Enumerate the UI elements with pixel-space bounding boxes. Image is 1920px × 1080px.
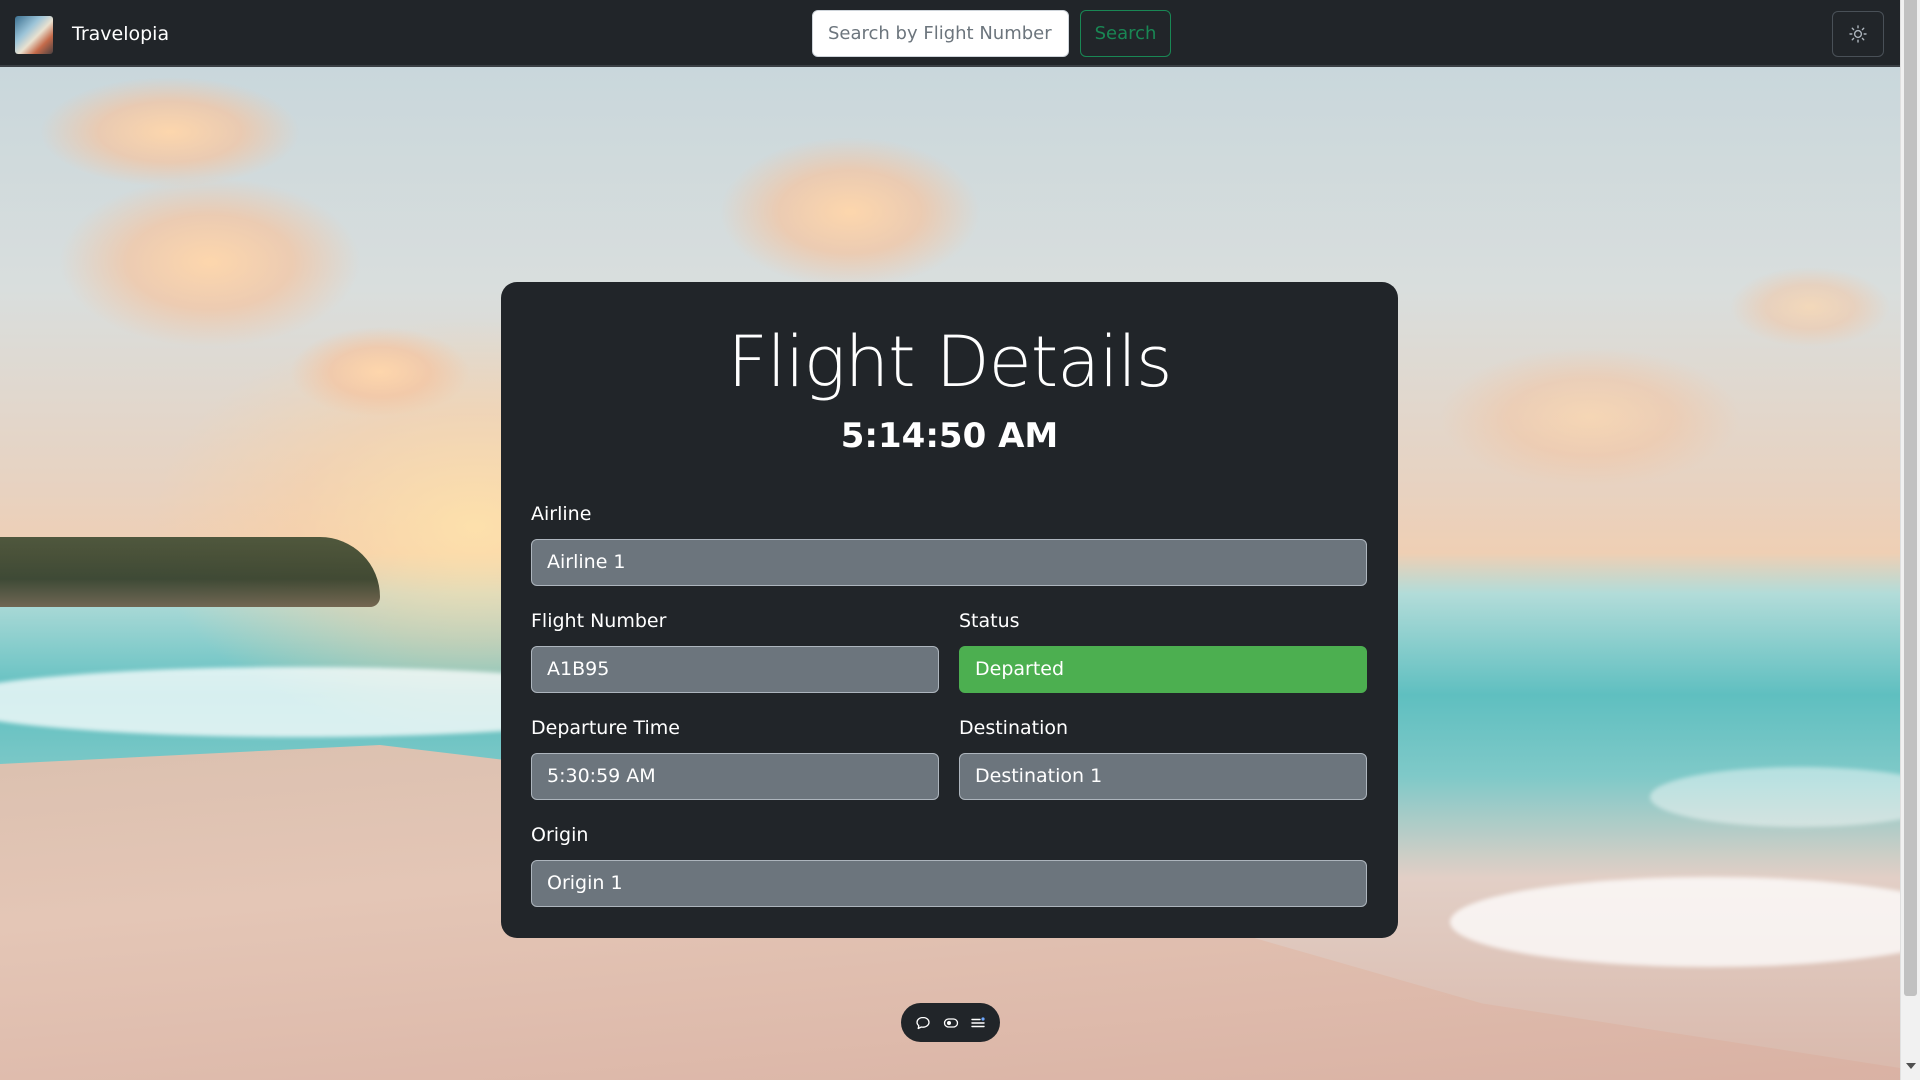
scroll-thumb[interactable] (1904, 0, 1917, 996)
airline-label: Airline (531, 503, 592, 525)
current-time: 5:14:50 AM (840, 416, 1059, 456)
departure-time-field[interactable]: 5:30:59 AM (531, 753, 939, 800)
departure-time-label: Departure Time (531, 717, 680, 739)
floating-toolbar (901, 1003, 1000, 1042)
status-label: Status (959, 610, 1020, 632)
cloud (290, 327, 470, 417)
cloud (60, 177, 360, 347)
cloud (1440, 347, 1740, 487)
brand-logo[interactable] (15, 16, 53, 54)
palm-island (0, 537, 380, 607)
destination-label: Destination (959, 717, 1069, 739)
cloud (40, 77, 300, 187)
cloud (1730, 267, 1890, 347)
eye-toggle-icon[interactable] (940, 1012, 962, 1034)
wave-foam (1650, 767, 1900, 827)
list-icon[interactable] (967, 1012, 989, 1034)
scroll-down-arrow-icon[interactable] (1906, 1063, 1916, 1069)
cloud (720, 137, 980, 287)
origin-field[interactable]: Origin 1 (531, 860, 1367, 907)
flight-search-input[interactable] (812, 10, 1069, 57)
airline-field[interactable]: Airline 1 (531, 539, 1367, 586)
search-button[interactable]: Search (1080, 10, 1171, 57)
origin-label: Origin (531, 824, 589, 846)
brand-name[interactable]: Travelopia (72, 20, 169, 48)
destination-field[interactable]: Destination 1 (959, 753, 1367, 800)
status-field[interactable]: Departed (959, 646, 1367, 693)
sun-icon (1849, 25, 1867, 43)
flight-number-label: Flight Number (531, 610, 667, 632)
flight-details-card: Flight Details 5:14:50 AM Airline Airlin… (501, 282, 1398, 938)
page-title: Flight Details (727, 321, 1173, 403)
flight-number-field[interactable]: A1B95 (531, 646, 939, 693)
page-scrollbar[interactable] (1900, 0, 1920, 1080)
theme-toggle-button[interactable] (1832, 11, 1884, 57)
top-navbar: Travelopia Search (0, 0, 1900, 67)
wave-foam (1450, 877, 1900, 967)
chat-bubble-icon[interactable] (912, 1012, 934, 1034)
